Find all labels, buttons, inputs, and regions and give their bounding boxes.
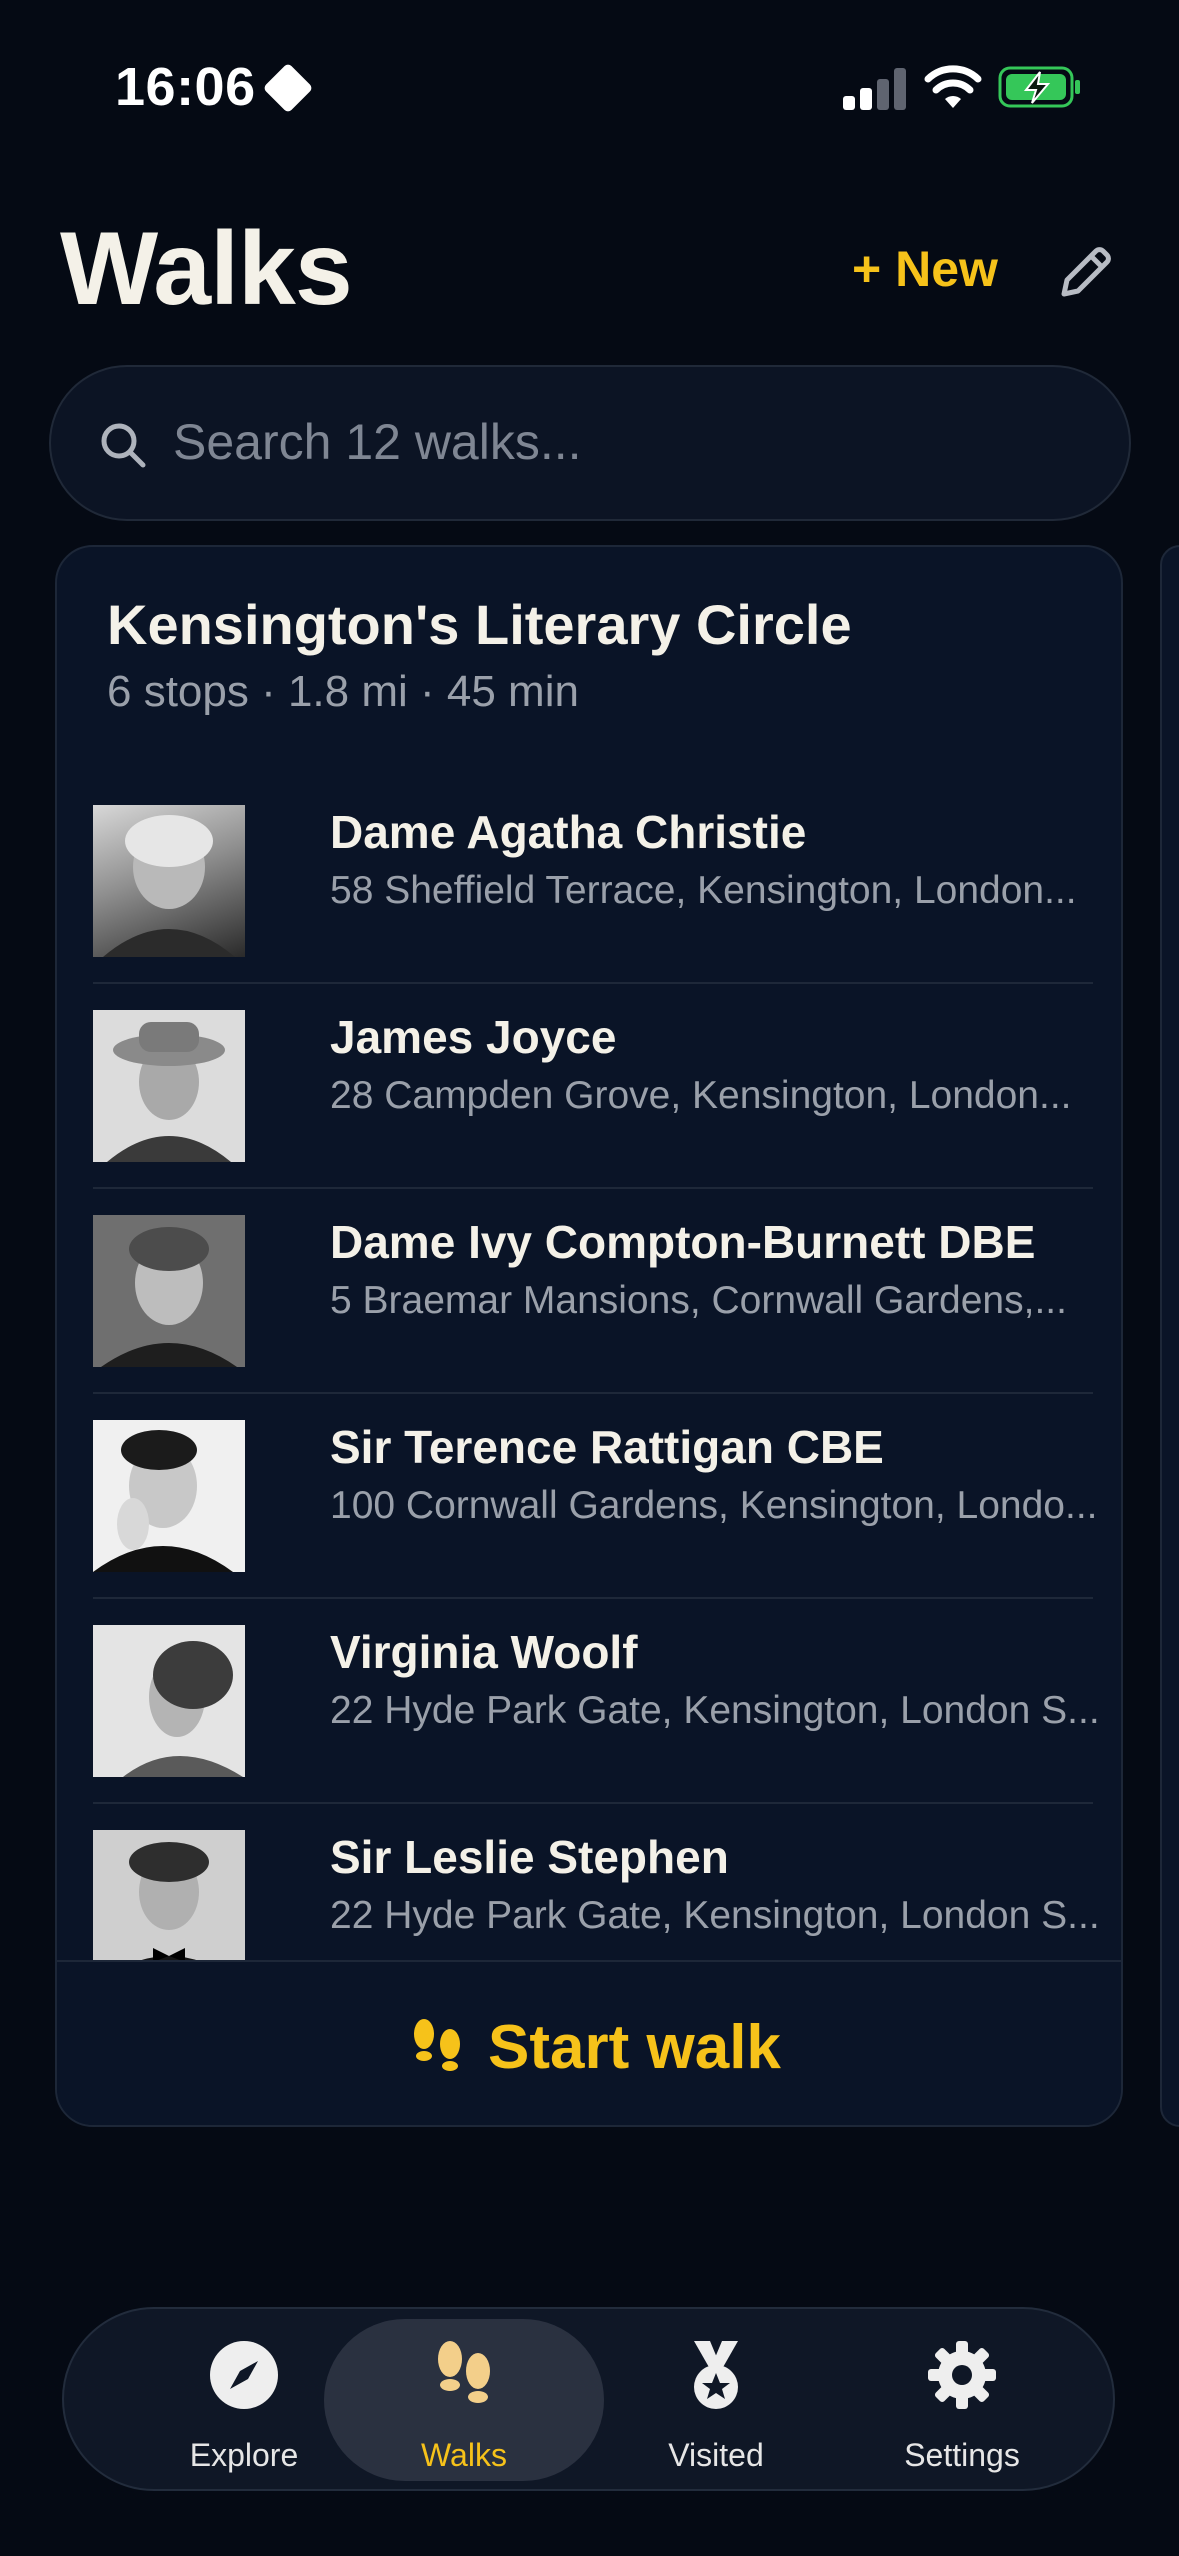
portrait-photo <box>93 1420 245 1572</box>
list-item[interactable]: Dame Ivy Compton-Burnett DBE 5 Braemar M… <box>93 1189 1093 1394</box>
tab-label: Walks <box>421 2437 507 2473</box>
stop-list: Dame Agatha Christie 58 Sheffield Terrac… <box>93 779 1100 2009</box>
portrait-photo <box>93 805 245 957</box>
footprints-icon <box>438 2341 490 2403</box>
cellular-signal-icon <box>843 66 907 110</box>
stop-name: Virginia Woolf <box>330 1626 638 1678</box>
wifi-icon <box>924 65 982 108</box>
next-walk-card[interactable] <box>1160 545 1179 2127</box>
walk-title: Kensington's Literary Circle <box>107 593 852 656</box>
compass-icon <box>210 2341 278 2409</box>
start-walk-label: Start walk <box>488 2012 781 2082</box>
stop-name: Dame Ivy Compton-Burnett DBE <box>330 1216 1036 1268</box>
stop-address: 22 Hyde Park Gate, Kensington, London S.… <box>330 1894 1100 1937</box>
portrait-photo <box>93 1010 245 1162</box>
tab-visited[interactable]: Visited <box>576 2319 856 2481</box>
start-walk-button[interactable]: Start walk <box>412 2007 781 2087</box>
focus-diamond-icon <box>262 62 314 114</box>
page-title: Walks <box>60 211 353 327</box>
walk-card[interactable]: Kensington's Literary Circle 6 stops · 1… <box>55 545 1123 2127</box>
new-walk-button[interactable]: + New <box>852 240 998 298</box>
stop-address: 22 Hyde Park Gate, Kensington, London S.… <box>330 1689 1100 1732</box>
portrait-photo <box>93 1215 245 1367</box>
list-item[interactable]: Dame Agatha Christie 58 Sheffield Terrac… <box>93 779 1093 984</box>
stop-address: 100 Cornwall Gardens, Kensington, Londo.… <box>330 1484 1098 1527</box>
stop-name: James Joyce <box>330 1011 617 1063</box>
tab-label: Settings <box>904 2437 1020 2473</box>
walk-meta: 6 stops · 1.8 mi · 45 min <box>107 667 579 716</box>
tab-label: Visited <box>668 2437 764 2473</box>
medal-icon <box>694 2341 738 2409</box>
stop-address: 58 Sheffield Terrace, Kensington, London… <box>330 869 1077 912</box>
status-bar: 16:06 <box>0 0 1179 175</box>
search-input[interactable]: Search 12 walks... <box>49 365 1131 521</box>
battery-charging-icon <box>998 66 1080 108</box>
stop-address: 5 Braemar Mansions, Cornwall Gardens,... <box>330 1279 1067 1322</box>
portrait-photo <box>93 1625 245 1777</box>
list-item[interactable]: Virginia Woolf 22 Hyde Park Gate, Kensin… <box>93 1599 1100 1804</box>
stop-name: Dame Agatha Christie <box>330 806 807 858</box>
tab-bar: Explore Walks Visited Settings <box>62 2307 1115 2491</box>
start-bar: Start walk <box>57 1960 1121 2125</box>
tab-settings[interactable]: Settings <box>822 2319 1102 2481</box>
status-time: 16:06 <box>115 57 256 117</box>
stop-name: Sir Leslie Stephen <box>330 1831 729 1883</box>
search-placeholder: Search 12 walks... <box>173 414 582 470</box>
stop-name: Sir Terence Rattigan CBE <box>330 1421 884 1473</box>
edit-button[interactable] <box>1054 240 1118 304</box>
list-item[interactable]: James Joyce 28 Campden Grove, Kensington… <box>93 984 1093 1189</box>
tab-walks[interactable]: Walks <box>324 2319 604 2481</box>
list-item[interactable]: Sir Terence Rattigan CBE 100 Cornwall Ga… <box>93 1394 1098 1599</box>
search-icon <box>101 423 146 468</box>
gear-icon <box>928 2341 996 2409</box>
stop-address: 28 Campden Grove, Kensington, London... <box>330 1074 1072 1117</box>
footprints-icon <box>414 2019 460 2071</box>
pencil-icon <box>1061 247 1111 297</box>
